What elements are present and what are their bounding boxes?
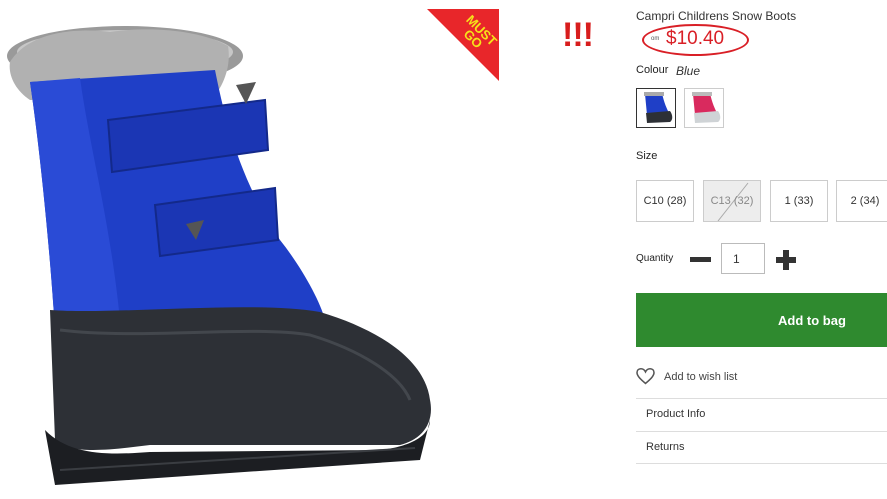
exclamation-annotation: !!! (562, 16, 594, 54)
size-option-c10[interactable]: C10 (28) (636, 180, 694, 222)
colour-label: Colour (636, 64, 669, 76)
accordion-product-info[interactable]: Product Info (636, 398, 887, 431)
quantity-label: Quantity (636, 253, 674, 264)
colour-swatch-blue[interactable] (636, 88, 676, 128)
wishlist-label: Add to wish list (664, 371, 738, 383)
blue-boot-thumbnail-icon (644, 92, 673, 123)
quantity-decrease-icon[interactable] (690, 257, 711, 262)
size-label: Size (636, 150, 658, 162)
product-price: $10.40 (666, 28, 725, 49)
colour-selected-value: Blue (676, 64, 701, 78)
boot-image (7, 26, 431, 485)
accordion-returns[interactable]: Returns (636, 431, 887, 464)
accordion-label: Product Info (646, 408, 706, 420)
price-block: om $10.40 (642, 24, 753, 58)
product-details-panel: Campri Childrens Snow Boots om $10.40 Co… (636, 0, 887, 499)
pink-boot-thumbnail-icon (692, 92, 721, 123)
size-option-1[interactable]: 1 (33) (770, 180, 828, 222)
quantity-input[interactable] (721, 243, 765, 274)
product-title: Campri Childrens Snow Boots (636, 9, 797, 23)
quantity-increase-icon[interactable] (776, 250, 796, 270)
price-prefix: om (651, 36, 660, 42)
size-option-2[interactable]: 2 (34) (836, 180, 887, 222)
size-option-c13-unavailable[interactable]: C13 (32) (703, 180, 761, 222)
colour-swatch-pink[interactable] (684, 88, 724, 128)
add-to-bag-button[interactable]: Add to bag (636, 293, 887, 347)
size-option-label: C13 (32) (710, 195, 754, 207)
must-go-badge: MUST GO (427, 9, 499, 81)
heart-icon (636, 368, 655, 385)
product-image: MUST GO (0, 0, 500, 499)
accordion-label: Returns (646, 441, 685, 453)
